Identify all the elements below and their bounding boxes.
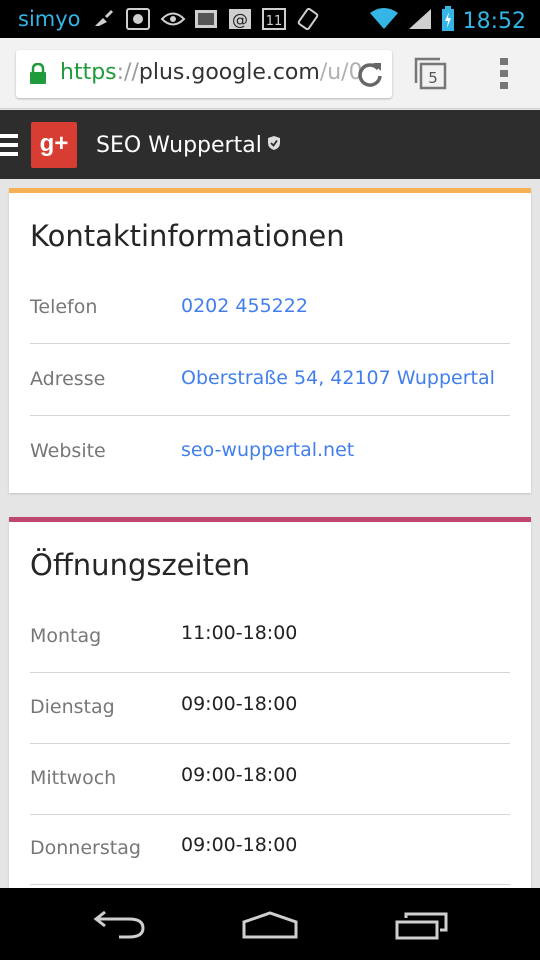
browser-toolbar: https://plus.google.com/u/0 5 <box>0 38 540 109</box>
contact-row-phone: Telefon 0202 455222 <box>30 273 510 344</box>
row-label: Adresse <box>30 368 106 390</box>
svg-text:@: @ <box>232 10 248 29</box>
at-sign-icon: @ <box>228 8 252 30</box>
back-icon[interactable] <box>93 910 147 940</box>
hours-row: Dienstag 09:00-18:00 <box>30 673 510 744</box>
page-title: SEO Wuppertal <box>96 131 280 158</box>
contact-card-title: Kontaktinformationen <box>30 219 345 253</box>
contact-row-address: Adresse Oberstraße 54, 42107 Wuppertal <box>30 345 510 416</box>
row-label: Telefon <box>30 296 98 318</box>
status-bar: simyo @ 11 18:52 <box>0 0 540 38</box>
hours-card-title: Öffnungszeiten <box>30 548 251 582</box>
tab-count: 5 <box>428 69 438 87</box>
url-scheme: https <box>60 60 117 85</box>
website-link[interactable]: seo-wuppertal.net <box>181 439 354 461</box>
hours-value: 09:00-18:00 <box>181 693 298 715</box>
hours-row: Donnerstag 09:00-18:00 <box>30 814 510 885</box>
carrier-name: simyo <box>18 7 81 31</box>
calendar-icon: 11 <box>262 8 286 30</box>
url-bar[interactable]: https://plus.google.com/u/0 <box>16 50 392 98</box>
opening-hours-card: Öffnungszeiten Montag 11:00-18:00 Dienst… <box>9 517 531 888</box>
clock: 18:52 <box>462 8 526 34</box>
broom-icon <box>92 8 116 30</box>
row-label: Website <box>30 440 106 462</box>
contact-info-card: Kontaktinformationen Telefon 0202 455222… <box>9 188 531 493</box>
hours-value: 09:00-18:00 <box>181 764 298 786</box>
page-name-text: SEO Wuppertal <box>96 133 262 158</box>
day-label: Montag <box>30 625 102 647</box>
tab-switcher-button[interactable]: 5 <box>413 56 447 90</box>
lock-icon <box>28 62 48 89</box>
recent-apps-icon[interactable] <box>394 910 450 940</box>
url-separator: :// <box>116 60 139 85</box>
hamburger-menu-icon[interactable] <box>0 134 18 156</box>
wifi-icon <box>369 7 399 35</box>
hours-row: Mittwoch 09:00-18:00 <box>30 744 510 815</box>
overflow-menu-icon[interactable] <box>498 58 510 90</box>
notification-icons: @ 11 <box>92 7 320 31</box>
svg-text:11: 11 <box>266 14 283 29</box>
page-content[interactable]: Kontaktinformationen Telefon 0202 455222… <box>0 179 540 888</box>
phone-link[interactable]: 0202 455222 <box>181 295 308 317</box>
contact-row-website: Website seo-wuppertal.net <box>30 417 510 488</box>
camera-icon <box>126 8 150 30</box>
url-text[interactable]: https://plus.google.com/u/0 <box>60 60 363 85</box>
day-label: Dienstag <box>30 696 115 718</box>
hours-value: 11:00-18:00 <box>181 622 298 644</box>
day-label: Mittwoch <box>30 767 117 789</box>
reload-icon[interactable] <box>356 60 384 92</box>
battery-charging-icon <box>441 6 455 36</box>
hours-row: Montag 11:00-18:00 <box>30 602 510 673</box>
system-nav-bar <box>0 888 540 960</box>
hours-value: 09:00-18:00 <box>181 834 298 856</box>
eye-icon <box>160 8 186 30</box>
day-label: Donnerstag <box>30 837 141 859</box>
google-plus-logo[interactable]: g+ <box>31 122 77 168</box>
rotate-icon <box>296 7 320 31</box>
verified-badge-icon <box>267 131 280 156</box>
app-header: g+ SEO Wuppertal <box>0 110 540 179</box>
system-indicators: 18:52 <box>369 6 526 36</box>
image-icon <box>194 8 218 30</box>
home-icon[interactable] <box>241 910 299 940</box>
signal-icon <box>407 7 433 35</box>
address-link[interactable]: Oberstraße 54, 42107 Wuppertal <box>181 367 495 389</box>
url-host: plus.google.com <box>138 60 320 85</box>
